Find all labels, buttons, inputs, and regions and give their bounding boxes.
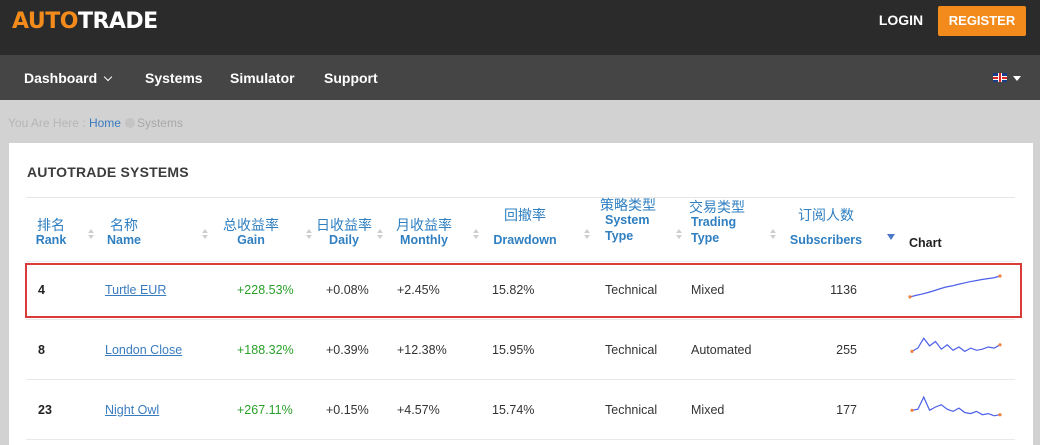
- logo-part-trade: TRADE: [77, 9, 158, 34]
- breadcrumb: You Are Here : Home Systems: [8, 115, 183, 131]
- col-trading-type-en2: Type: [691, 231, 720, 245]
- row-divider: [26, 439, 1015, 440]
- cell-trading-type: Automated: [691, 343, 752, 357]
- main-nav: Dashboard Systems Simulator Support: [0, 55, 1040, 100]
- header-divider: [26, 261, 1015, 262]
- cell-gain: +267.11%: [237, 403, 293, 417]
- nav-dashboard[interactable]: Dashboard: [24, 55, 113, 100]
- cell-subscribers: 255: [836, 343, 857, 357]
- cell-system-type: Technical: [605, 343, 658, 357]
- col-header-rank[interactable]: 排名 Rank: [33, 217, 69, 247]
- col-header-monthly[interactable]: 月收益率 Monthly: [391, 217, 457, 247]
- col-gain-zh: 总收益率: [223, 217, 279, 233]
- system-name-link[interactable]: London Close: [105, 342, 182, 358]
- nav-systems[interactable]: Systems: [145, 55, 203, 100]
- selected-row-highlight: [25, 263, 1022, 318]
- sort-drawdown-icon[interactable]: [584, 229, 590, 240]
- sort-system-type-icon[interactable]: [676, 229, 682, 240]
- register-button[interactable]: REGISTER: [938, 6, 1026, 36]
- sparkline-point: [998, 413, 1002, 417]
- cell-daily: +0.39%: [326, 343, 369, 357]
- nav-simulator[interactable]: Simulator: [230, 55, 295, 100]
- row-divider: [26, 319, 1015, 320]
- top-bar: AUTOTRADE LOGIN REGISTER: [0, 0, 1040, 55]
- col-header-trading-type[interactable]: 交易类型 Trading Type: [685, 199, 749, 245]
- col-header-drawdown[interactable]: 回撤率 Drawdown: [489, 207, 561, 247]
- col-trading-type-zh: 交易类型: [689, 199, 745, 215]
- nav-dashboard-label: Dashboard: [24, 70, 98, 86]
- col-trading-type-en1: Trading: [691, 215, 737, 229]
- col-monthly-en: Monthly: [400, 233, 448, 247]
- panel-title: AUTOTRADE SYSTEMS: [27, 164, 189, 180]
- col-rank-zh: 排名: [37, 217, 65, 233]
- login-button[interactable]: LOGIN: [870, 10, 932, 30]
- breadcrumb-current: Systems: [136, 116, 183, 130]
- sort-desc-active-icon[interactable]: [887, 234, 895, 240]
- col-header-subscribers[interactable]: 订阅人数 Subscribers: [785, 207, 867, 247]
- sparkline-path: [911, 337, 1001, 353]
- col-header-system-type[interactable]: 策略类型 System Type: [596, 197, 660, 243]
- cell-rank: 23: [38, 403, 52, 417]
- caret-down-icon: [1013, 76, 1021, 81]
- col-header-chart: Chart: [909, 236, 942, 250]
- system-name-link[interactable]: Night Owl: [105, 402, 159, 418]
- sort-monthly-icon[interactable]: [473, 229, 479, 240]
- col-daily-zh: 日收益率: [316, 217, 372, 233]
- sort-name-icon[interactable]: [202, 229, 208, 240]
- cell-rank: 8: [38, 343, 45, 357]
- cell-gain: +188.32%: [237, 343, 294, 357]
- col-name-zh: 名称: [110, 217, 138, 233]
- sparkline-point: [998, 343, 1002, 347]
- col-daily-en: Daily: [329, 233, 359, 247]
- sparkline-point: [910, 349, 914, 353]
- sparkline-chart[interactable]: [910, 334, 1002, 360]
- col-gain-en: Gain: [237, 233, 265, 247]
- col-subscribers-en: Subscribers: [789, 233, 863, 247]
- breadcrumb-home-link[interactable]: Home: [89, 116, 121, 130]
- cell-monthly: +12.38%: [397, 343, 447, 357]
- col-system-type-en1: System: [605, 213, 650, 227]
- col-subscribers-zh: 订阅人数: [798, 207, 854, 223]
- col-rank-en: Rank: [35, 233, 67, 247]
- chevron-down-icon: [103, 72, 113, 82]
- col-header-daily[interactable]: 日收益率 Daily: [311, 217, 377, 247]
- row-divider: [26, 379, 1015, 380]
- language-selector[interactable]: [993, 71, 1025, 85]
- sort-trading-type-icon[interactable]: [770, 229, 776, 240]
- cell-monthly: +4.57%: [397, 403, 440, 417]
- title-divider: [26, 197, 1015, 198]
- col-system-type-en2: Type: [605, 229, 634, 243]
- cell-system-type: Technical: [605, 403, 658, 417]
- sparkline-point: [910, 408, 914, 412]
- breadcrumb-dot-icon: [124, 118, 135, 128]
- sort-daily-icon[interactable]: [377, 229, 383, 240]
- cell-daily: +0.15%: [326, 403, 369, 417]
- breadcrumb-prefix: You Are Here :: [8, 116, 86, 130]
- brand-logo[interactable]: AUTOTRADE: [12, 8, 158, 36]
- logo-part-auto: AUTO: [12, 9, 78, 34]
- col-monthly-zh: 月收益率: [396, 217, 452, 233]
- col-drawdown-zh: 回撤率: [504, 207, 546, 223]
- cell-subscribers: 177: [836, 403, 857, 417]
- col-header-gain[interactable]: 总收益率 Gain: [217, 217, 285, 247]
- col-system-type-zh: 策略类型: [600, 197, 656, 213]
- sparkline-path: [911, 395, 1001, 417]
- cell-drawdown: 15.74%: [492, 403, 535, 417]
- cell-trading-type: Mixed: [691, 403, 725, 417]
- nav-support[interactable]: Support: [324, 55, 378, 100]
- sparkline-chart[interactable]: [910, 394, 1002, 420]
- cell-drawdown: 15.95%: [492, 343, 535, 357]
- col-name-en: Name: [106, 233, 142, 247]
- uk-flag-icon: [993, 73, 1007, 82]
- col-drawdown-en: Drawdown: [493, 233, 557, 247]
- sort-rank-icon[interactable]: [88, 229, 94, 240]
- col-header-name[interactable]: 名称 Name: [99, 217, 149, 247]
